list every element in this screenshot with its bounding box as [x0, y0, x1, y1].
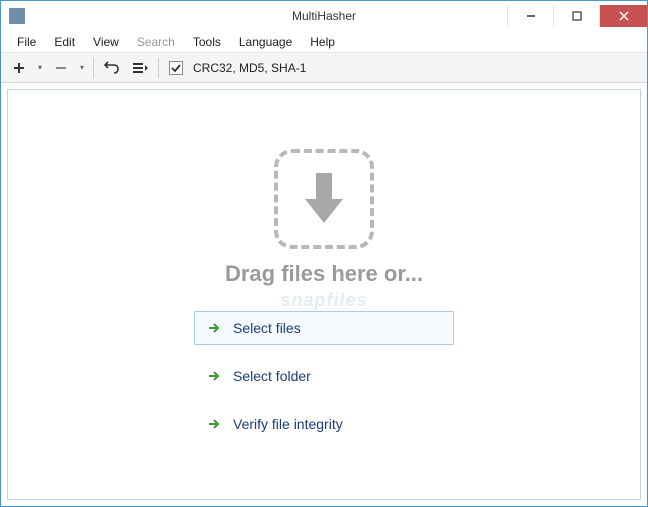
app-window: MultiHasher File Edit View Search Tools … — [0, 0, 648, 507]
verify-integrity-action[interactable]: Verify file integrity — [194, 407, 454, 441]
menu-edit[interactable]: Edit — [46, 33, 83, 51]
menu-search[interactable]: Search — [129, 33, 183, 51]
window-controls — [507, 5, 647, 27]
menu-file[interactable]: File — [9, 33, 44, 51]
action-label: Select files — [233, 320, 301, 336]
down-arrow-icon — [301, 169, 347, 229]
hash-label: CRC32, MD5, SHA-1 — [193, 61, 306, 75]
select-files-action[interactable]: Select files — [194, 311, 454, 345]
drop-text: Drag files here or... — [225, 261, 423, 287]
window-title: MultiHasher — [292, 9, 356, 23]
content-area: Drag files here or... snapfiles Select f… — [7, 89, 641, 500]
menubar: File Edit View Search Tools Language Hel… — [1, 31, 647, 53]
dropzone[interactable] — [274, 149, 374, 249]
toolbar-separator — [93, 58, 94, 78]
arrow-right-icon — [207, 321, 221, 335]
menu-view[interactable]: View — [85, 33, 127, 51]
maximize-button[interactable] — [553, 5, 599, 27]
queue-button[interactable] — [128, 56, 152, 80]
menu-help[interactable]: Help — [302, 33, 343, 51]
toolbar: ▾ ▾ CRC32, MD5, SHA-1 — [1, 53, 647, 83]
action-list: Select files Select folder Verify file i… — [194, 311, 454, 441]
undo-button[interactable] — [100, 56, 124, 80]
hash-checkbox[interactable] — [169, 61, 183, 75]
add-dropdown[interactable]: ▾ — [35, 63, 45, 72]
close-button[interactable] — [599, 5, 647, 27]
remove-button[interactable] — [49, 56, 73, 80]
menu-language[interactable]: Language — [231, 33, 300, 51]
select-folder-action[interactable]: Select folder — [194, 359, 454, 393]
remove-dropdown[interactable]: ▾ — [77, 63, 87, 72]
watermark: snapfiles — [280, 290, 367, 311]
toolbar-separator — [158, 58, 159, 78]
arrow-right-icon — [207, 417, 221, 431]
titlebar: MultiHasher — [1, 1, 647, 31]
minimize-button[interactable] — [507, 5, 553, 27]
action-label: Verify file integrity — [233, 416, 343, 432]
action-label: Select folder — [233, 368, 311, 384]
menu-tools[interactable]: Tools — [185, 33, 229, 51]
arrow-right-icon — [207, 369, 221, 383]
app-icon — [9, 8, 25, 24]
add-button[interactable] — [7, 56, 31, 80]
